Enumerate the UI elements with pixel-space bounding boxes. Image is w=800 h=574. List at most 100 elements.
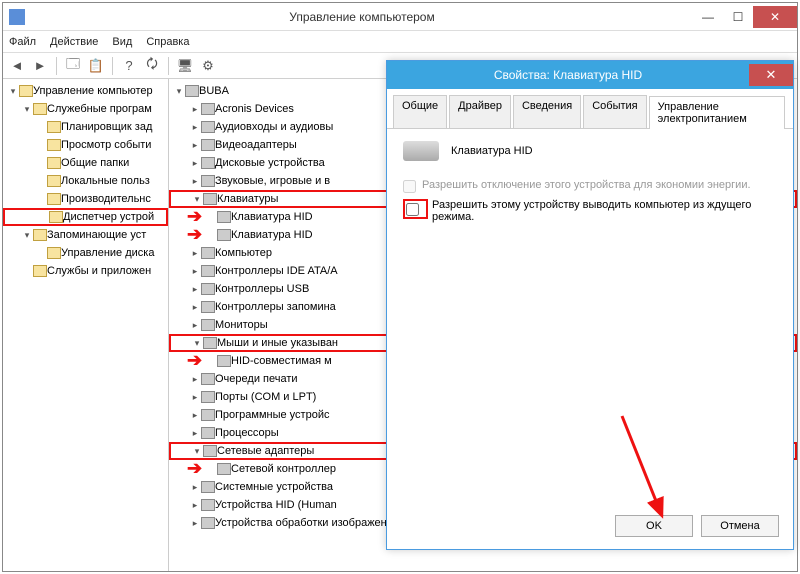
properties-dialog: Свойства: Клавиатура HID ✕ Общие Драйвер…	[386, 60, 794, 550]
cancel-button[interactable]: Отмена	[701, 515, 779, 537]
ok-button[interactable]: OK	[615, 515, 693, 537]
expander-icon[interactable]: ▸	[189, 518, 201, 529]
help-button[interactable]: ?	[119, 56, 139, 76]
folder-icon	[33, 265, 47, 277]
forward-button[interactable]: ►	[30, 56, 50, 76]
device-icon	[217, 229, 231, 241]
device-icon	[201, 319, 215, 331]
device-icon	[217, 463, 231, 475]
expander-icon[interactable]: ▸	[189, 302, 201, 313]
tree-label: Просмотр событи	[61, 139, 151, 151]
tree-subitem-0-1[interactable]: Просмотр событи	[3, 136, 168, 154]
folder-icon	[47, 157, 61, 169]
app-icon	[9, 9, 25, 25]
tree-label: Производительнс	[61, 193, 151, 205]
close-button[interactable]: ✕	[753, 6, 797, 28]
tree-subitem-0-2[interactable]: Общие папки	[3, 154, 168, 172]
expander-icon[interactable]: ▾	[7, 86, 19, 97]
tree-subitem-0-0[interactable]: Планировщик зад	[3, 118, 168, 136]
expander-icon[interactable]: ▸	[189, 500, 201, 511]
maximize-button[interactable]: ☐	[723, 6, 753, 28]
dialog-title: Свойства: Клавиатура HID	[387, 68, 749, 82]
device-label: Порты (COM и LPT)	[215, 391, 316, 403]
device-label: Устройства HID (Human	[215, 499, 337, 511]
expander-icon[interactable]: ▾	[191, 194, 203, 205]
device-label: HID-совместимая м	[231, 355, 332, 367]
expander-icon[interactable]: ▸	[189, 428, 201, 439]
dialog-close-button[interactable]: ✕	[749, 64, 793, 86]
expander-icon[interactable]: ▸	[189, 392, 201, 403]
separator	[56, 57, 57, 75]
device-icon	[201, 283, 215, 295]
separator	[168, 57, 169, 75]
tab-driver[interactable]: Драйвер	[449, 95, 511, 128]
tab-power-management[interactable]: Управление электропитанием	[649, 96, 785, 129]
tree-subitem-0-3[interactable]: Локальные польз	[3, 172, 168, 190]
device-icon	[201, 427, 215, 439]
expander-icon[interactable]: ▸	[189, 122, 201, 133]
tree-item-2[interactable]: Службы и приложен	[3, 262, 168, 280]
expander-icon[interactable]: ▸	[189, 482, 201, 493]
device-icon	[217, 355, 231, 367]
expander-icon[interactable]: ▸	[189, 410, 201, 421]
menu-help[interactable]: Справка	[146, 36, 189, 48]
tree-label: Управление диска	[61, 247, 154, 259]
tab-general[interactable]: Общие	[393, 95, 447, 128]
folder-icon	[47, 139, 61, 151]
device-label: Процессоры	[215, 427, 279, 439]
expander-icon[interactable]: ▸	[189, 176, 201, 187]
device-icon	[201, 499, 215, 511]
device-icon	[185, 85, 199, 97]
expander-icon[interactable]: ▾	[191, 338, 203, 349]
expander-icon[interactable]: ▸	[189, 104, 201, 115]
scan-button[interactable]: 🖥	[175, 56, 195, 76]
expander-icon[interactable]: ▸	[189, 140, 201, 151]
device-label: Сетевые адаптеры	[217, 445, 314, 457]
tree-item-1[interactable]: ▾Запоминающие уст	[3, 226, 168, 244]
checkbox-allow-turnoff-input	[403, 180, 416, 193]
device-label: Мониторы	[215, 319, 268, 331]
device-header: Клавиатура HID	[403, 141, 777, 161]
dialog-body: Клавиатура HID Разрешить отключение этог…	[387, 129, 793, 241]
checkbox-allow-wake[interactable]: Разрешить этому устройству выводить комп…	[403, 199, 777, 223]
expander-icon[interactable]: ▸	[189, 248, 201, 259]
expander-icon[interactable]: ▸	[189, 266, 201, 277]
tree-root[interactable]: ▾Управление компьютер	[3, 82, 168, 100]
expander-icon[interactable]: ▾	[191, 446, 203, 457]
expander-icon[interactable]: ▸	[189, 284, 201, 295]
checkbox-allow-wake-input[interactable]	[406, 203, 419, 216]
menu-file[interactable]: Файл	[9, 36, 36, 48]
expander-icon[interactable]: ▾	[173, 86, 185, 97]
tab-events[interactable]: События	[583, 95, 646, 128]
tree-subitem-1-0[interactable]: Управление диска	[3, 244, 168, 262]
list-button[interactable]: 📋	[86, 56, 106, 76]
expander-icon[interactable]: ▸	[189, 158, 201, 169]
device-label: Клавиатура HID	[231, 229, 313, 241]
tab-details[interactable]: Сведения	[513, 95, 581, 128]
tree-label: Планировщик зад	[61, 121, 152, 133]
up-button[interactable]: 🗔	[63, 56, 83, 76]
tab-strip: Общие Драйвер Сведения События Управлени…	[387, 89, 793, 129]
expander-icon[interactable]: ▸	[189, 374, 201, 385]
checkbox-allow-turnoff-label: Разрешить отключение этого устройства дл…	[422, 179, 751, 191]
tree-subitem-0-5[interactable]: Диспетчер устрой	[3, 208, 168, 226]
menubar: Файл Действие Вид Справка	[3, 31, 797, 53]
expander-icon[interactable]: ▸	[189, 320, 201, 331]
tree-subitem-0-4[interactable]: Производительнс	[3, 190, 168, 208]
device-icon	[201, 157, 215, 169]
folder-icon	[19, 85, 33, 97]
back-button[interactable]: ◄	[7, 56, 27, 76]
device-icon	[201, 481, 215, 493]
device-icon	[201, 301, 215, 313]
menu-view[interactable]: Вид	[112, 36, 132, 48]
minimize-button[interactable]: —	[693, 6, 723, 28]
refresh-button[interactable]: 🗘	[142, 56, 162, 76]
menu-action[interactable]: Действие	[50, 36, 98, 48]
tree-item-0[interactable]: ▾Служебные програм	[3, 100, 168, 118]
tree-label: Локальные польз	[61, 175, 150, 187]
expander-icon[interactable]: ▾	[21, 104, 33, 115]
properties-button[interactable]: ⚙	[198, 56, 218, 76]
folder-icon	[49, 211, 63, 223]
expander-icon[interactable]: ▾	[21, 230, 33, 241]
device-label: Контроллеры USB	[215, 283, 309, 295]
